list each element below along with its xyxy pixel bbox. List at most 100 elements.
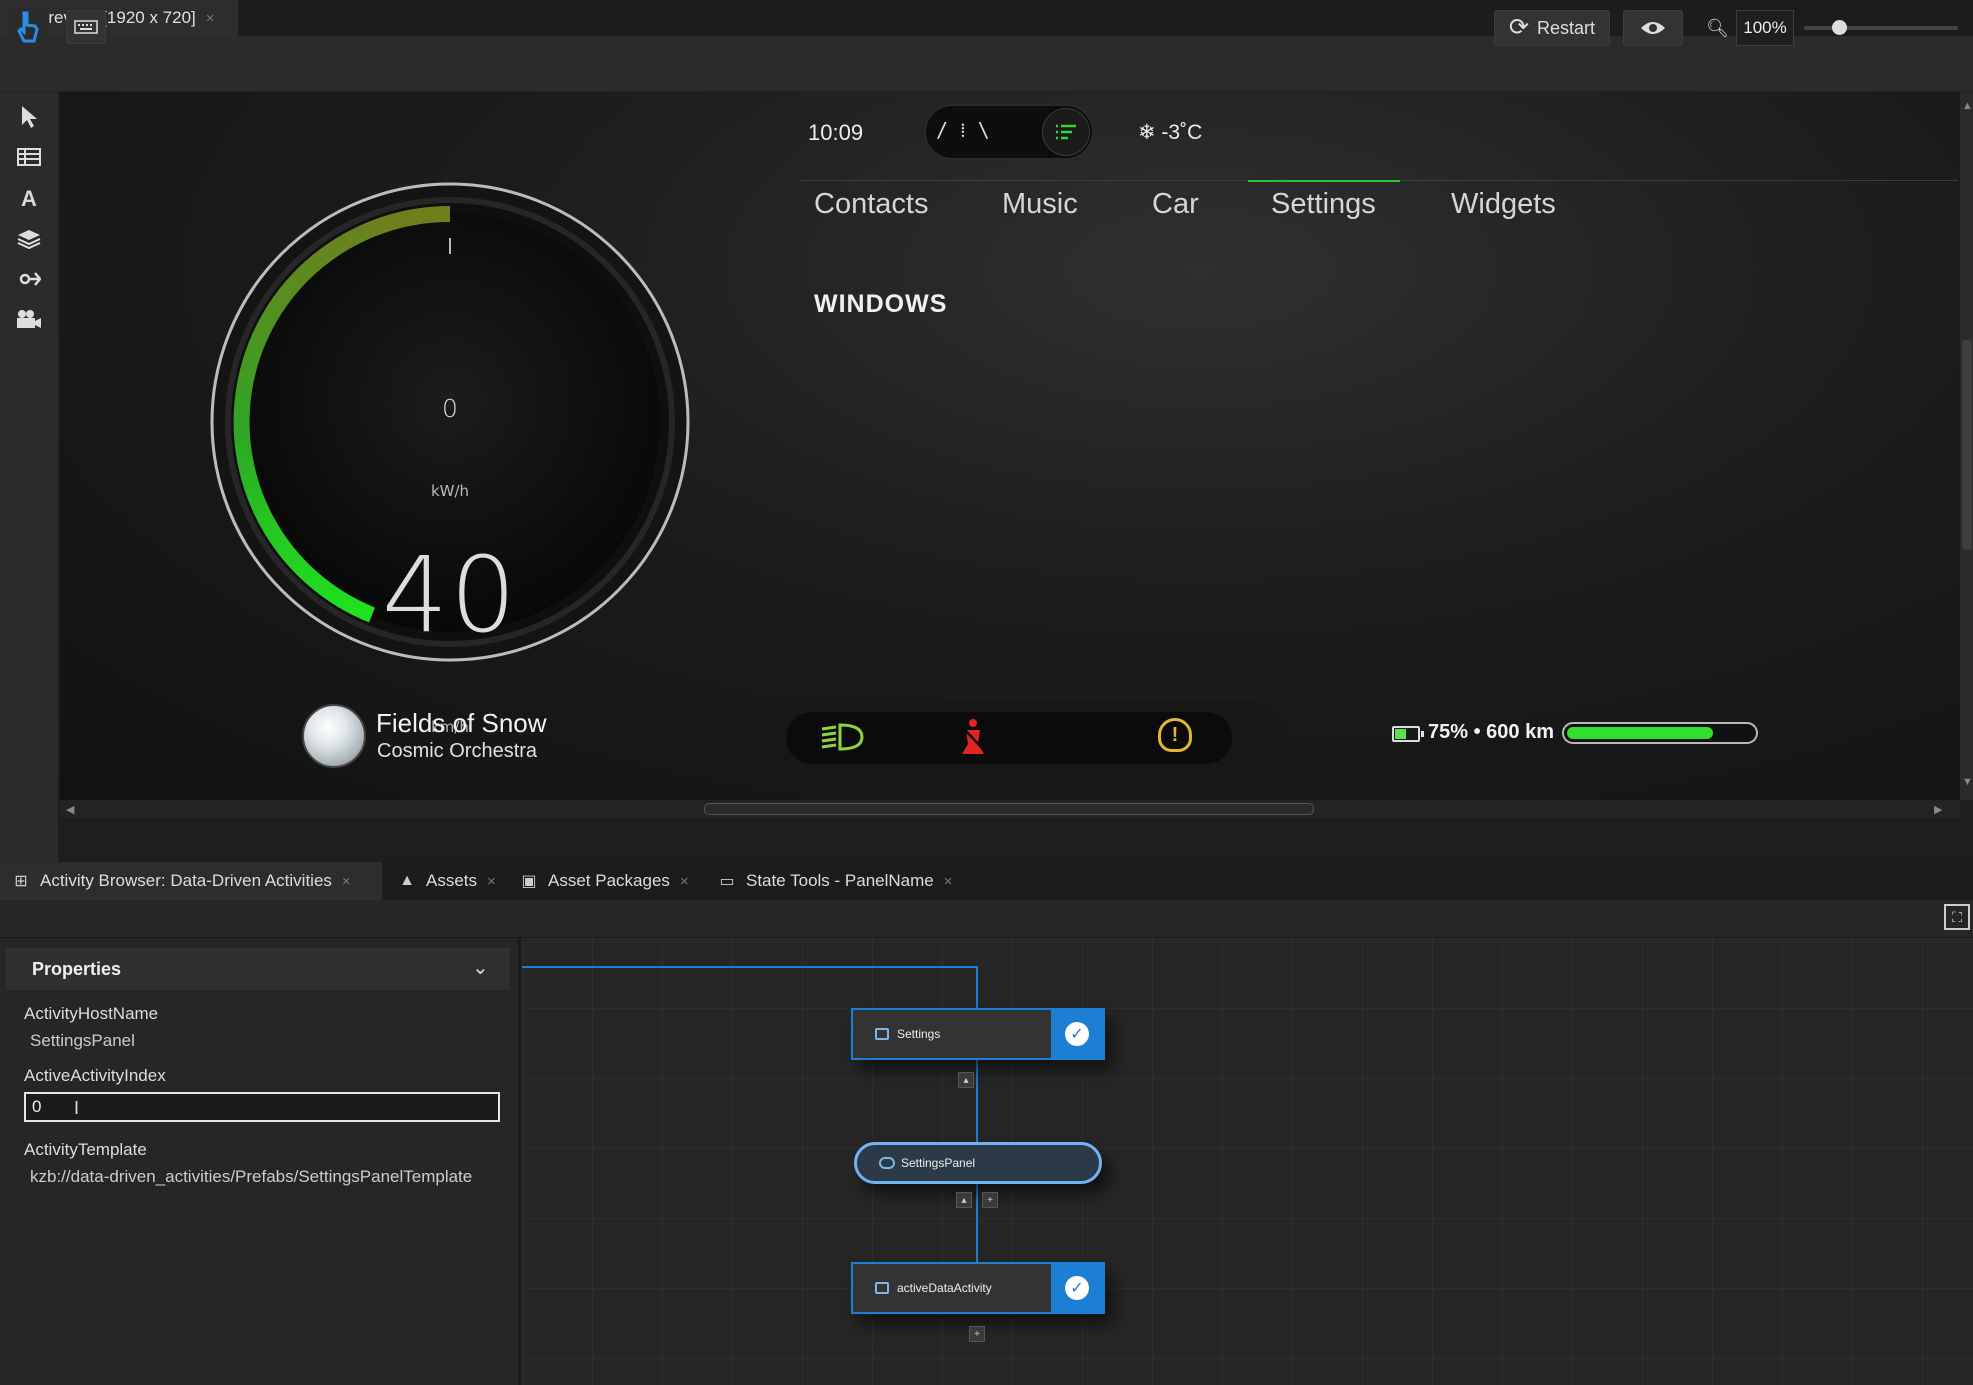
- list-icon: [1056, 124, 1076, 140]
- tab-state-tools[interactable]: ▭ State Tools - PanelName ×: [706, 862, 953, 900]
- close-icon[interactable]: ×: [680, 873, 689, 890]
- road-icon[interactable]: / ⁞ \: [936, 118, 990, 143]
- activity-graph[interactable]: [522, 938, 1973, 1385]
- close-icon[interactable]: ×: [342, 873, 351, 890]
- host-name-value: SettingsPanel: [30, 1031, 135, 1050]
- tab-label: State Tools - PanelName: [746, 871, 934, 890]
- node-active-data-activity[interactable]: activeDataActivity ✓: [851, 1262, 1105, 1314]
- scroll-down-icon[interactable]: ▼: [1962, 776, 1973, 788]
- power-value: 0: [442, 394, 458, 423]
- table-icon[interactable]: [14, 142, 44, 172]
- restart-button[interactable]: ⟳ Restart: [1494, 10, 1610, 46]
- graph-wire: [976, 1060, 978, 1144]
- keyboard-icon: [74, 20, 98, 34]
- restart-label: Restart: [1537, 17, 1596, 38]
- scroll-up-icon[interactable]: ▲: [1962, 100, 1973, 112]
- node-check[interactable]: ✓: [1051, 1010, 1103, 1058]
- package-icon: ▣: [521, 873, 537, 890]
- nav-widgets[interactable]: Widgets: [1451, 188, 1556, 221]
- activity-node-icon: [875, 1282, 889, 1294]
- active-index-label: ActiveActivityIndex: [24, 1066, 166, 1085]
- node-label: SettingsPanel: [901, 1156, 976, 1170]
- add-icon[interactable]: +: [982, 1192, 998, 1208]
- zoom-slider-track[interactable]: [1804, 26, 1958, 30]
- song-artist: Cosmic Orchestra: [377, 740, 538, 762]
- keyboard-button[interactable]: [66, 10, 106, 44]
- select-arrow-icon[interactable]: [14, 102, 44, 132]
- visibility-button[interactable]: [1623, 10, 1683, 46]
- text-tool-icon[interactable]: A: [14, 184, 44, 214]
- battery-text: 75% • 600 km: [1428, 721, 1554, 743]
- menu-list-button[interactable]: [1042, 108, 1090, 156]
- close-icon[interactable]: ×: [206, 10, 215, 27]
- graph-wire: [976, 966, 978, 1010]
- zoom-value[interactable]: 100%: [1736, 10, 1794, 46]
- power-unit: kW/h: [430, 482, 470, 500]
- node-check[interactable]: ✓: [1051, 1264, 1103, 1312]
- collapse-icon[interactable]: ▴: [956, 1192, 972, 1208]
- tab-asset-packages[interactable]: ▣ Asset Packages ×: [508, 862, 689, 900]
- horizontal-scroll-thumb[interactable]: [704, 803, 1314, 815]
- nav-car[interactable]: Car: [1152, 188, 1199, 221]
- section-heading: WINDOWS: [814, 290, 948, 318]
- refresh-icon: ⟳: [1508, 14, 1530, 41]
- nav-active-indicator: [1248, 180, 1400, 182]
- binding-icon[interactable]: [14, 264, 44, 294]
- tab-label: Activity Browser: Data-Driven Activities: [40, 871, 332, 890]
- zoom-magnifier-icon: 🔍︎: [1706, 18, 1729, 38]
- seatbelt-warning-icon: [958, 718, 988, 764]
- graph-wire: [976, 1184, 978, 1264]
- eye-icon: [1641, 22, 1665, 34]
- tab-label: Asset Packages: [548, 871, 670, 890]
- activity-node-icon: [875, 1028, 889, 1040]
- clock: 10:09: [808, 120, 864, 145]
- host-node-icon: [879, 1157, 895, 1169]
- add-icon[interactable]: +: [969, 1326, 985, 1342]
- song-title: Fields of Snow: [376, 708, 547, 738]
- camera-icon[interactable]: [14, 304, 44, 334]
- active-index-input[interactable]: [24, 1092, 500, 1122]
- scroll-right-icon[interactable]: ▶: [1934, 803, 1942, 816]
- layers-icon[interactable]: [14, 224, 44, 254]
- battery-bar-fill: [1567, 727, 1713, 739]
- battery-icon: [1392, 726, 1424, 742]
- check-icon: ✓: [1065, 1276, 1089, 1300]
- left-tool-strip: A: [0, 92, 58, 862]
- nav-settings[interactable]: Settings: [1271, 188, 1376, 221]
- text-cursor-icon: I: [74, 1098, 80, 1118]
- tire-pressure-icon: !: [1158, 718, 1192, 752]
- node-settings-panel[interactable]: SettingsPanel: [854, 1142, 1102, 1184]
- headlight-icon: [820, 722, 864, 759]
- fit-to-view-icon[interactable]: ⛶: [1944, 904, 1970, 930]
- tab-assets[interactable]: ▲ Assets ×: [386, 862, 496, 900]
- activity-toolbar: [0, 900, 1973, 938]
- node-label: Settings: [897, 1027, 941, 1041]
- check-icon: ✓: [1065, 1022, 1089, 1046]
- node-label: activeDataActivity: [897, 1281, 992, 1295]
- assets-icon: ▲: [399, 872, 415, 889]
- template-label: ActivityTemplate: [24, 1140, 147, 1159]
- pointer-tool-button[interactable]: [8, 6, 48, 48]
- graph-wire: [522, 966, 978, 968]
- state-tools-icon: ▭: [719, 873, 735, 890]
- host-name-label: ActivityHostName: [24, 1004, 159, 1023]
- node-settings[interactable]: Settings ✓: [851, 1008, 1105, 1060]
- vertical-scroll-thumb[interactable]: [1962, 340, 1972, 550]
- chevron-down-icon[interactable]: ⌄: [472, 955, 489, 980]
- close-icon[interactable]: ×: [487, 873, 496, 890]
- album-art: [302, 704, 366, 768]
- close-icon[interactable]: ×: [944, 873, 953, 890]
- properties-header[interactable]: Properties: [6, 948, 510, 990]
- hand-pointer-icon: [17, 11, 39, 43]
- tab-activity-browser[interactable]: ⊞ Activity Browser: Data-Driven Activiti…: [0, 862, 382, 900]
- collapse-icon[interactable]: ▴: [958, 1072, 974, 1088]
- speed-gauge: 0 kW/h 40 km/h: [206, 178, 694, 736]
- zoom-slider-thumb[interactable]: [1832, 20, 1847, 35]
- scroll-left-icon[interactable]: ◀: [66, 803, 74, 816]
- activity-tree-icon: ⊞: [14, 873, 28, 890]
- speed-value: 40: [381, 534, 519, 656]
- outside-temperature: ❄ -3˚C: [1138, 121, 1203, 144]
- preview-tab-title: Preview [1920 x 720]: [37, 8, 196, 27]
- nav-contacts[interactable]: Contacts: [814, 188, 928, 221]
- nav-music[interactable]: Music: [1002, 188, 1078, 221]
